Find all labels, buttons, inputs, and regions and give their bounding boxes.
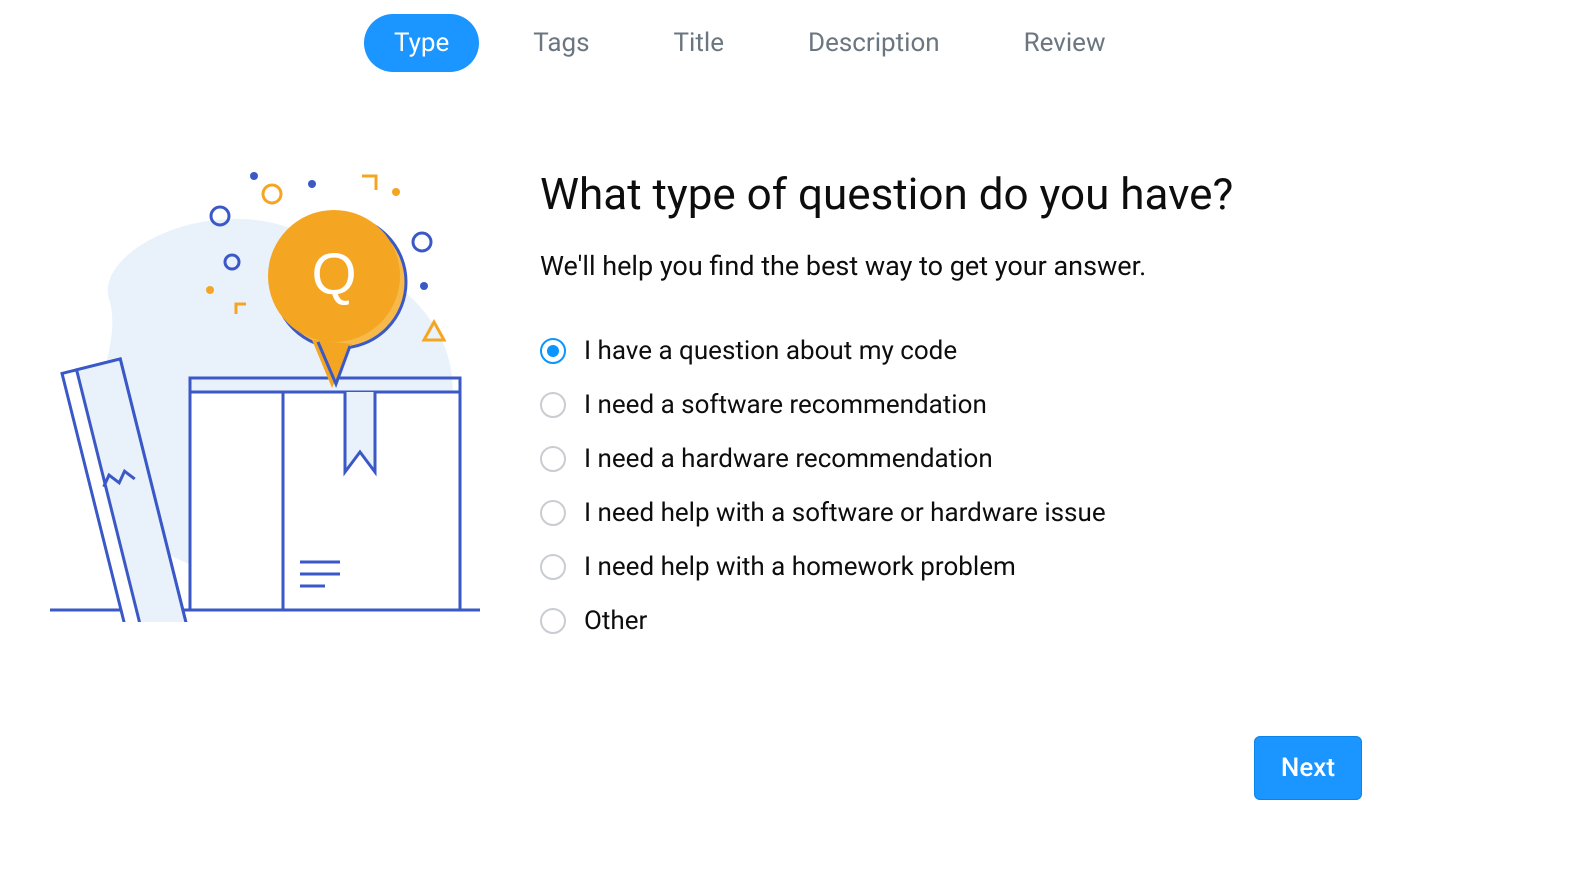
radio-icon [540, 554, 566, 580]
page-title: What type of question do you have? [540, 168, 1520, 220]
wizard-main: What type of question do you have? We'll… [540, 162, 1520, 636]
step-title[interactable]: Title [644, 14, 754, 72]
option-label: Other [584, 606, 647, 636]
content-row: Q What type of question do you have? We [0, 72, 1580, 636]
step-label: Tags [533, 28, 589, 58]
step-review[interactable]: Review [994, 14, 1136, 72]
next-button-label: Next [1281, 753, 1335, 783]
option-label: I need help with a software or hardware … [584, 498, 1106, 528]
option-homework[interactable]: I need help with a homework problem [540, 552, 1520, 582]
option-sw-hw-issue[interactable]: I need help with a software or hardware … [540, 498, 1520, 528]
radio-icon [540, 608, 566, 634]
step-label: Type [394, 28, 449, 58]
wizard-illustration: Q [50, 162, 480, 636]
radio-icon [540, 392, 566, 418]
option-hardware-recommendation[interactable]: I need a hardware recommendation [540, 444, 1520, 474]
radio-icon [540, 338, 566, 364]
ask-question-wizard: Type Tags Title Description Review [0, 0, 1580, 890]
step-label: Description [808, 28, 940, 58]
q-letter-icon: Q [311, 242, 356, 307]
page-subtitle: We'll help you find the best way to get … [540, 250, 1520, 282]
option-label: I need a hardware recommendation [584, 444, 993, 474]
step-description[interactable]: Description [778, 14, 970, 72]
option-label: I need help with a homework problem [584, 552, 1016, 582]
option-other[interactable]: Other [540, 606, 1520, 636]
radio-icon [540, 500, 566, 526]
step-nav: Type Tags Title Description Review [0, 0, 1580, 72]
option-label: I need a software recommendation [584, 390, 987, 420]
step-label: Review [1024, 28, 1106, 58]
step-label: Title [674, 28, 724, 58]
radio-icon [540, 446, 566, 472]
step-type[interactable]: Type [364, 14, 479, 72]
option-software-recommendation[interactable]: I need a software recommendation [540, 390, 1520, 420]
step-tags[interactable]: Tags [503, 14, 619, 72]
option-code-question[interactable]: I have a question about my code [540, 336, 1520, 366]
option-label: I have a question about my code [584, 336, 957, 366]
next-button[interactable]: Next [1254, 736, 1362, 800]
question-type-options: I have a question about my code I need a… [540, 336, 1520, 636]
